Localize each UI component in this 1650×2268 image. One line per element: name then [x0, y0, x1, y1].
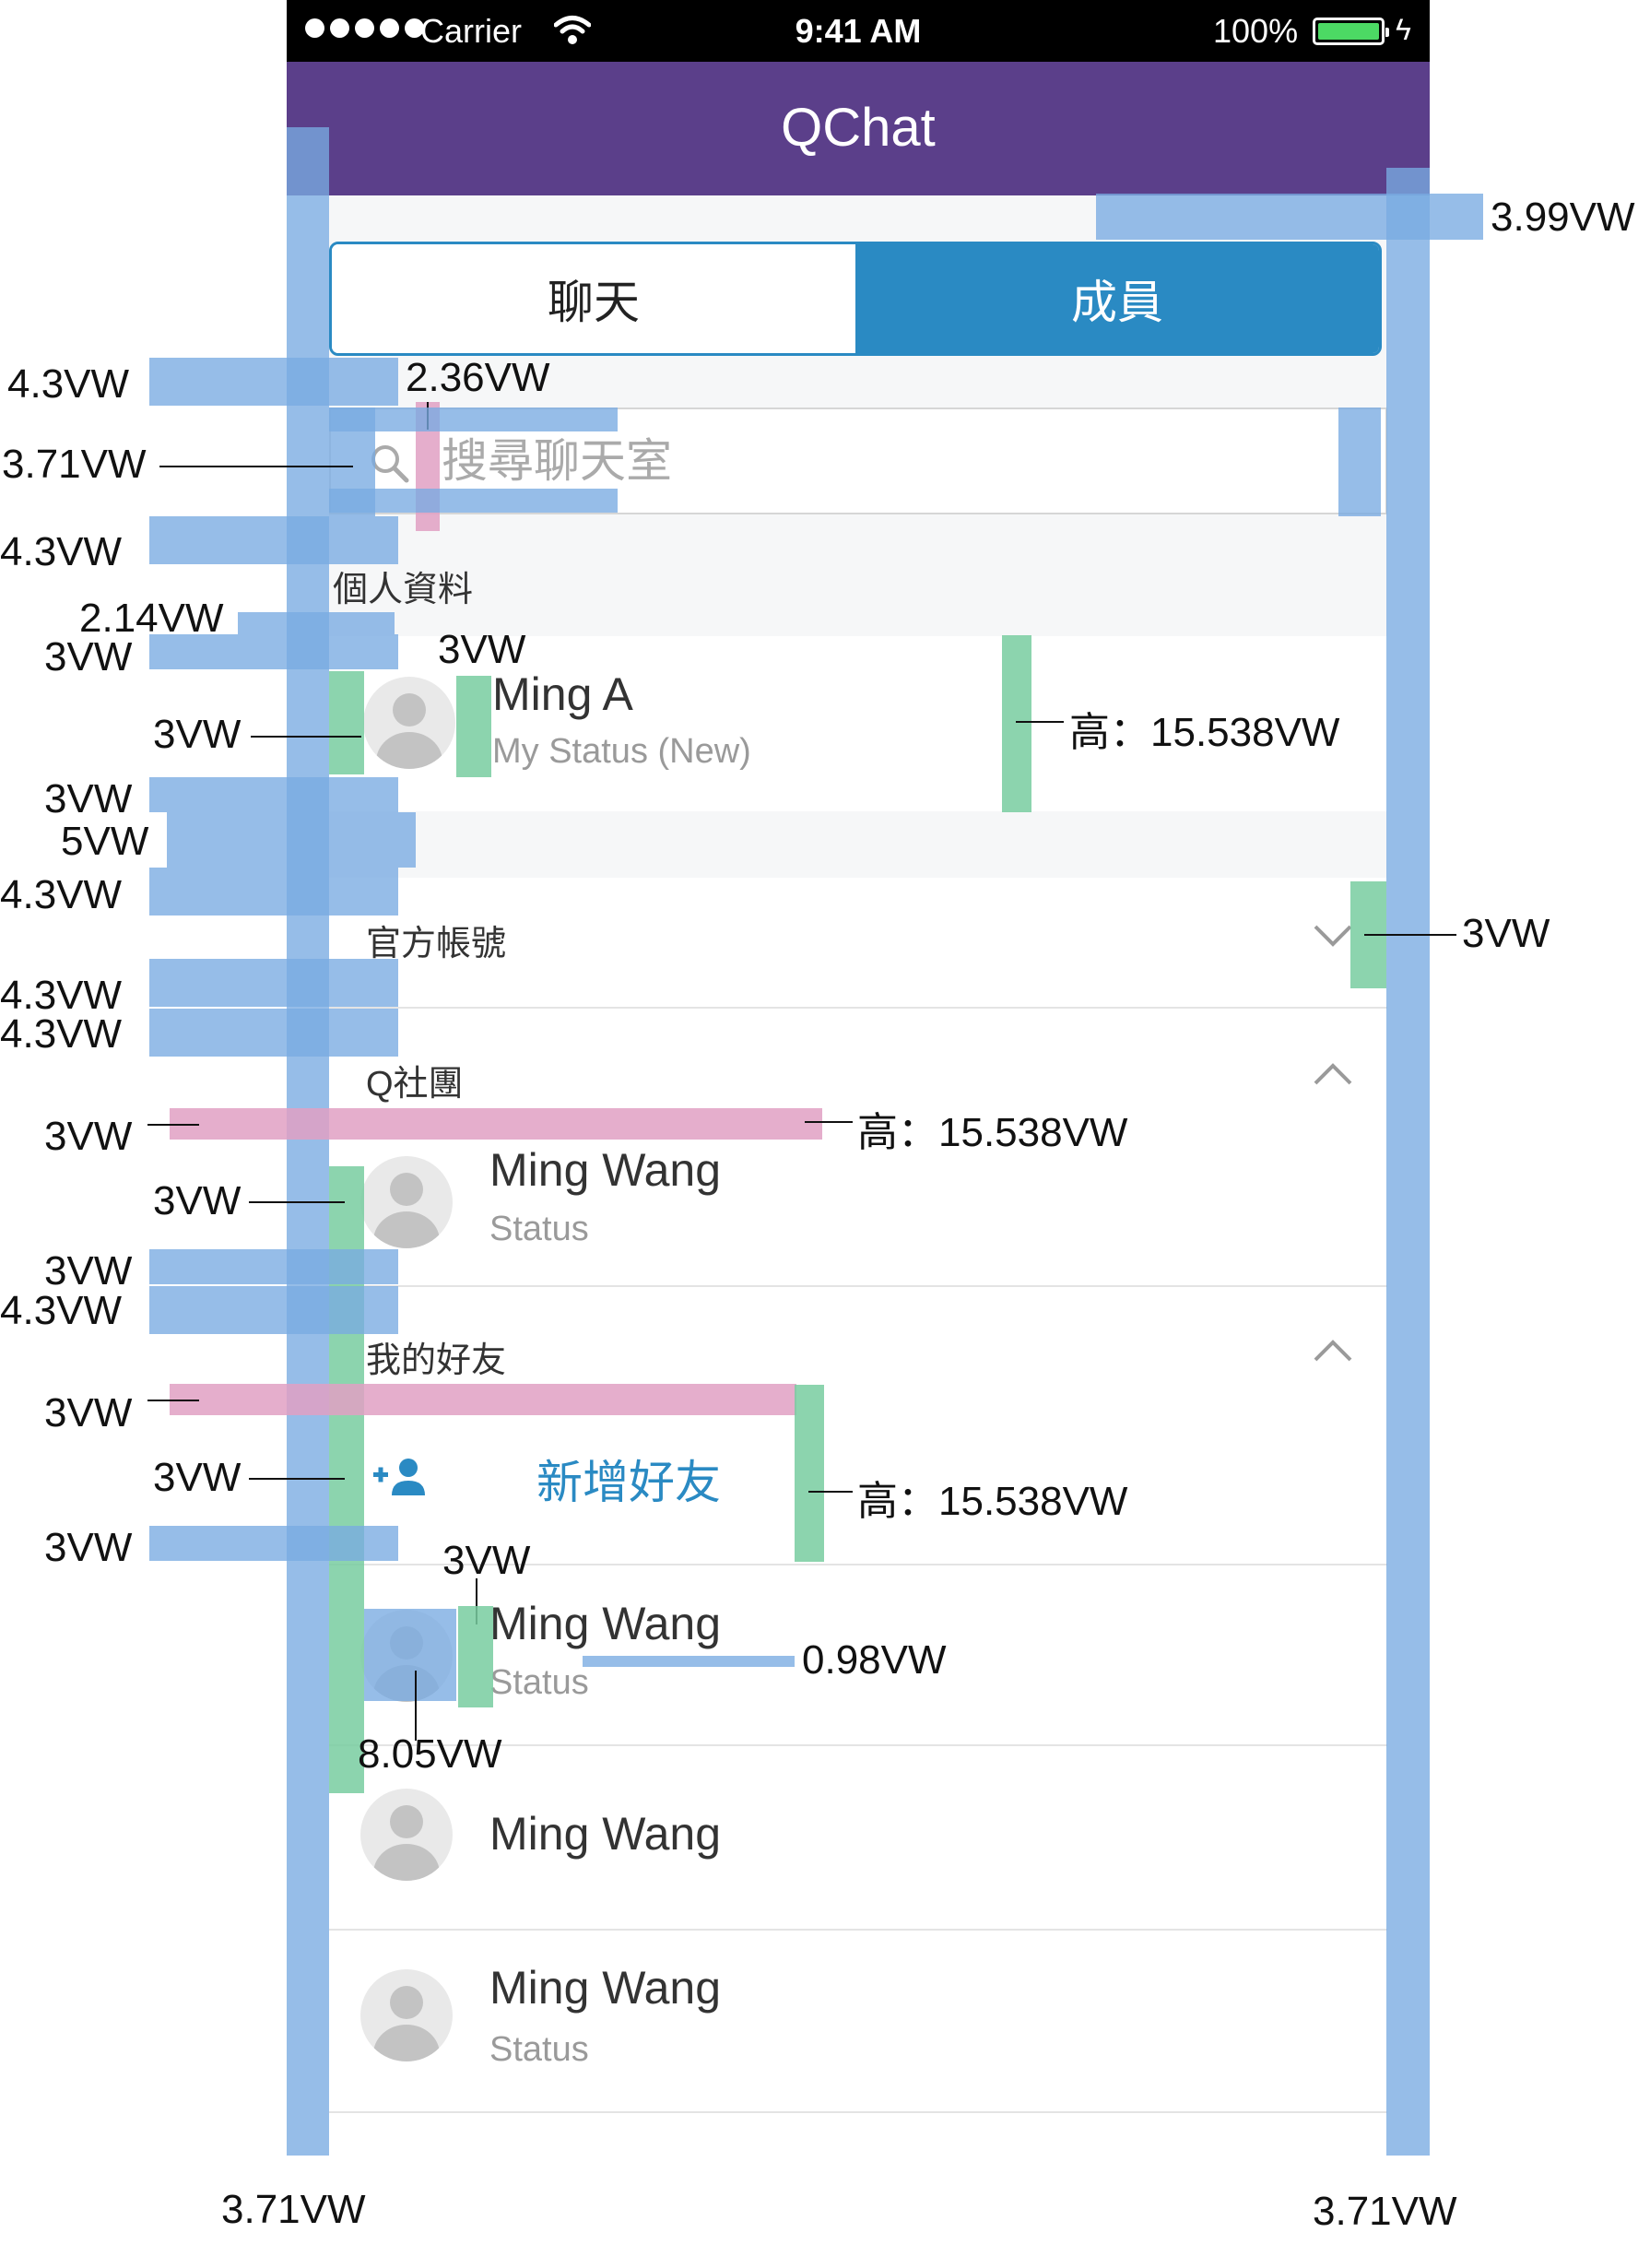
profile-status: My Status (New) — [492, 732, 751, 771]
member-name: Ming Wang — [489, 1962, 722, 2014]
measure-bar — [149, 777, 398, 812]
annotation-label: 高：15.538VW — [1069, 710, 1340, 755]
annotation-label: 3VW — [44, 776, 133, 821]
measure-bar — [149, 1286, 398, 1334]
status-bar: Carrier 9:41 AM 100% ϟ — [287, 0, 1430, 62]
tab-chat[interactable]: 聊天 — [332, 244, 855, 353]
annotation-label: 4.3VW — [0, 529, 123, 574]
tab-segment: 聊天 成員 — [329, 242, 1382, 356]
annotation-label: 3VW — [44, 1525, 133, 1570]
annotation-label: 2.36VW — [406, 355, 550, 400]
measure-bar — [149, 516, 398, 564]
avatar — [360, 1969, 453, 2061]
search-input[interactable] — [442, 426, 1271, 496]
measure-bar — [329, 671, 364, 774]
avatar — [360, 1789, 453, 1881]
annotation-label: 3VW — [442, 1538, 531, 1583]
annotation-label: 高：15.538VW — [857, 1110, 1128, 1155]
measure-bar — [456, 676, 491, 777]
profile-name: Ming A — [492, 668, 633, 720]
measure-bar — [1338, 408, 1381, 516]
annotation-label: 3VW — [153, 1178, 242, 1223]
member-name: Ming Wang — [489, 1808, 722, 1860]
annotation-label: 3VW — [44, 1114, 133, 1159]
charging-bolt-icon: ϟ — [1396, 13, 1411, 46]
search-icon — [371, 445, 409, 483]
annotation-label: 0.98VW — [802, 1637, 947, 1683]
section-title-profile: 個人資料 — [333, 571, 474, 609]
measure-bar — [364, 1609, 456, 1701]
section-title-groups: Q社團 — [366, 1065, 464, 1104]
measure-bar — [149, 1009, 398, 1057]
member-status: Status — [489, 2030, 589, 2069]
annotation-label: 3VW — [153, 712, 242, 757]
annotation-label: 4.3VW — [0, 1288, 123, 1333]
avatar — [360, 1156, 453, 1248]
annotation-label: 3VW — [153, 1455, 242, 1500]
annotation-label: 3.71VW — [1313, 2189, 1457, 2234]
measure-bar — [149, 868, 398, 915]
annotation-label: 3.99VW — [1491, 195, 1635, 240]
top-right-gap-bar — [1096, 194, 1483, 240]
phone-screen: Carrier 9:41 AM 100% ϟ QChat 聊天 成員 搜尋聊天室… — [287, 0, 1430, 2157]
measure-bar — [149, 1526, 398, 1561]
annotation-label: 4.3VW — [0, 872, 123, 917]
member-status: Status — [489, 1210, 589, 1248]
annotation-label: 8.05VW — [358, 1731, 502, 1777]
battery-percent: 100% — [1213, 12, 1299, 50]
tab-members[interactable]: 成員 — [855, 244, 1379, 353]
nav-bar: QChat — [287, 62, 1430, 195]
left-padding-bar — [287, 127, 329, 2156]
measure-bar — [238, 612, 395, 634]
member-name: Ming Wang — [489, 1144, 722, 1196]
annotation-label: 4.3VW — [0, 1011, 123, 1057]
annotation-label: 3VW — [1462, 911, 1550, 956]
measure-bar — [167, 812, 416, 868]
chevron-up-icon[interactable] — [1313, 1062, 1353, 1086]
member-name: Ming Wang — [489, 1598, 722, 1649]
measure-bar — [583, 1656, 795, 1667]
annotation-label: 4.3VW — [7, 361, 130, 407]
measure-bar — [170, 1384, 796, 1415]
measure-bar — [149, 1249, 398, 1284]
measure-bar — [795, 1385, 824, 1562]
annotation-label: 3VW — [44, 1390, 133, 1435]
add-person-icon — [373, 1459, 425, 1495]
section-title-friends: 我的好友 — [366, 1341, 507, 1380]
measure-bar — [149, 358, 398, 406]
annotation-label: 3VW — [438, 627, 526, 672]
annotation-label: 3.71VW — [2, 442, 147, 487]
section-title-official: 官方帳號 — [366, 925, 507, 963]
annotation-label: 3VW — [44, 634, 133, 679]
measure-bar — [329, 408, 618, 431]
measure-bar — [149, 959, 398, 1007]
chevron-up-icon[interactable] — [1313, 1339, 1353, 1363]
battery-icon — [1313, 18, 1389, 45]
chevron-down-icon[interactable] — [1313, 924, 1353, 948]
measure-bar — [458, 1606, 493, 1707]
avatar — [363, 677, 455, 769]
right-padding-bar — [1386, 168, 1430, 2156]
measure-bar — [329, 489, 618, 513]
annotation-label: 3.71VW — [221, 2187, 366, 2232]
annotation-label: 高：15.538VW — [857, 1479, 1128, 1524]
app-title: QChat — [781, 98, 936, 158]
measure-bar — [1002, 635, 1031, 812]
measure-bar — [170, 1108, 822, 1140]
annotation-label: 5VW — [61, 819, 149, 864]
add-friend-label: 新增好友 — [536, 1457, 721, 1508]
member-status: Status — [489, 1663, 589, 1702]
measure-bar — [149, 634, 398, 669]
